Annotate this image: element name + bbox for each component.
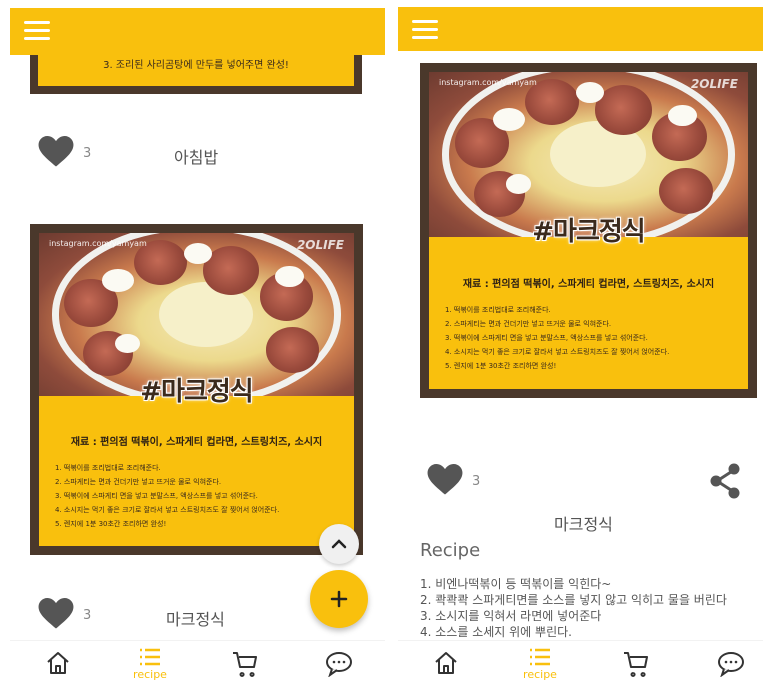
- recipe-step: 1. 비엔나떡볶이 등 떡볶이를 익힌다~: [420, 577, 612, 591]
- card-title: #마크정식: [532, 217, 645, 248]
- recipe-step: 2. 콱콱콱 스파게티면를 소스를 넣지 않고 익히고 물을 버린다: [420, 593, 727, 607]
- post-title: 마크정식: [554, 515, 613, 534]
- watermark-text: instagram.com/yamyam: [49, 239, 147, 248]
- left-screen: 3. 조리된 사리곰탕에 만두를 넣어주면 완성! 3 아침밥 instagra…: [10, 0, 385, 690]
- hamburger-menu-icon[interactable]: [412, 20, 438, 40]
- post-title: 아침밥: [174, 148, 219, 167]
- recipe-card-image[interactable]: instagram.com/yamyam 2OLIFE #마크정식 재료 : 편…: [30, 224, 363, 555]
- scroll-top-button[interactable]: [319, 524, 359, 564]
- plus-icon: [330, 590, 348, 608]
- add-post-button[interactable]: [310, 570, 368, 628]
- heart-icon[interactable]: [38, 598, 74, 630]
- recipe-step: 4. 소스를 소세지 위에 뿌린다.: [420, 625, 572, 639]
- nav-chat[interactable]: [319, 649, 359, 689]
- card-step: 3. 떡볶이에 스파게티 면을 넣고 분말스프, 액상스프를 넣고 섞어준다.: [445, 334, 648, 343]
- share-icon[interactable]: [708, 462, 742, 500]
- home-icon: [435, 652, 457, 674]
- like-count: 3: [83, 608, 92, 623]
- card-step: 5. 렌지에 1분 30초간 조리하면 완성!: [55, 520, 167, 529]
- nav-recipe[interactable]: recipe: [130, 647, 170, 687]
- like-count: 3: [472, 474, 481, 489]
- nav-cart[interactable]: [225, 649, 265, 689]
- card-steps: 1. 떡볶이를 조리법대로 조리해준다. 2. 스파게티는 면과 건더기만 넣고…: [55, 461, 346, 531]
- cart-icon: [624, 652, 648, 677]
- cart-icon: [233, 652, 257, 677]
- bottom-navigation: recipe: [10, 640, 385, 690]
- nav-recipe[interactable]: recipe: [520, 647, 560, 687]
- recipe-step: 3. 소시지를 익혀서 라면에 넣어준다: [420, 609, 602, 623]
- card-ingredients: 재료 : 편의점 떡볶이, 스파게티 컵라면, 스트링치즈, 소시지: [462, 278, 715, 290]
- nav-home[interactable]: [426, 649, 466, 689]
- card-step: 4. 소시지는 먹기 좋은 크기로 잘라서 넣고 스트링치즈도 잘 찢어서 얹어…: [445, 348, 670, 357]
- hamburger-menu-icon[interactable]: [24, 21, 50, 41]
- bottom-navigation: recipe: [398, 640, 763, 690]
- recipe-card-image[interactable]: instagram.com/yamyam 2OLIFE #마크정식 재료 : 편…: [420, 63, 757, 398]
- nav-recipe-label: recipe: [133, 668, 167, 681]
- chat-bubble-icon: [718, 652, 744, 677]
- card-step: 1. 떡볶이를 조리법대로 조리해준다.: [445, 306, 551, 315]
- card-step: 1. 떡볶이를 조리법대로 조리해준다.: [55, 464, 161, 473]
- home-icon: [47, 652, 69, 674]
- heart-icon[interactable]: [38, 136, 74, 168]
- brand-logo: 2OLIFE: [690, 77, 738, 91]
- card-ingredients: 재료 : 편의점 떡볶이, 스파게티 컵라면, 스트링치즈, 소시지: [70, 437, 323, 449]
- card-step: 5. 렌지에 1분 30초간 조리하면 완성!: [445, 362, 557, 371]
- list-icon: [140, 648, 160, 666]
- card-step: 3. 떡볶이에 스파게티 면을 넣고 분말스프, 액상스프를 넣고 섞어준다.: [55, 492, 258, 501]
- recipe-steps: 1. 비엔나떡볶이 등 떡볶이를 익힌다~ 2. 콱콱콱 스파게티면를 소스를 …: [420, 576, 760, 640]
- card-step: 2. 스파게티는 면과 건더기만 넣고 뜨거운 물로 익혀준다.: [55, 478, 222, 487]
- nav-cart[interactable]: [616, 649, 656, 689]
- nav-chat[interactable]: [711, 649, 751, 689]
- card-step: 4. 소시지는 먹기 좋은 크기로 잘라서 넣고 스트링치즈도 잘 찢어서 얹어…: [55, 506, 280, 515]
- right-screen: instagram.com/yamyam 2OLIFE #마크정식 재료 : 편…: [398, 0, 763, 690]
- card-title: #마크정식: [140, 376, 253, 407]
- card-step: 2. 스파게티는 면과 건더기만 넣고 뜨거운 물로 익혀준다.: [445, 320, 612, 329]
- like-count: 3: [83, 146, 92, 161]
- heart-icon[interactable]: [427, 464, 463, 496]
- brand-logo: 2OLIFE: [296, 238, 344, 252]
- previous-card-step-text: 3. 조리된 사리곰탕에 만두를 넣어주면 완성!: [38, 50, 354, 86]
- app-top-bar: [10, 8, 385, 55]
- post-title: 마크정식: [166, 610, 225, 629]
- card-steps: 1. 떡볶이를 조리법대로 조리해준다. 2. 스파게티는 면과 건더기만 넣고…: [445, 303, 740, 373]
- chevron-up-icon: [331, 539, 347, 549]
- previous-recipe-card[interactable]: 3. 조리된 사리곰탕에 만두를 넣어주면 완성!: [30, 50, 362, 94]
- chat-bubble-icon: [326, 652, 352, 677]
- nav-recipe-label: recipe: [523, 668, 557, 681]
- app-top-bar: [398, 7, 763, 51]
- recipe-heading: Recipe: [420, 540, 481, 561]
- watermark-text: instagram.com/yamyam: [439, 78, 537, 87]
- nav-home[interactable]: [38, 649, 78, 689]
- list-icon: [530, 648, 550, 666]
